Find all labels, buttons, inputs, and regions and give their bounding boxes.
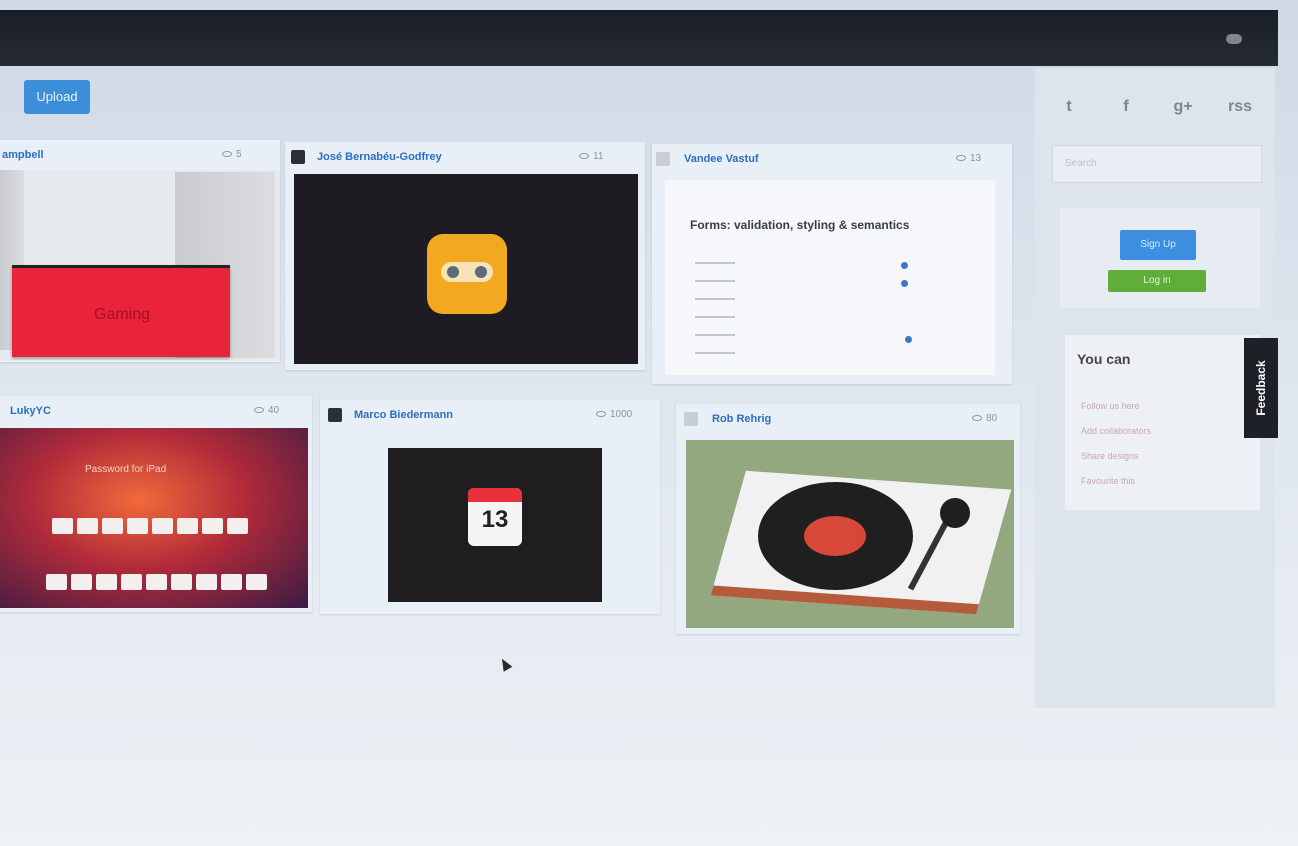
card-header: José Bernabéu-Godfrey 11 — [285, 142, 645, 172]
you-can-panel: You can Follow us here Add collaborators… — [1065, 335, 1260, 510]
card-header: ampbell 5 — [0, 140, 280, 170]
game-controller-icon — [427, 234, 507, 314]
form-row — [695, 280, 735, 282]
feedback-tab[interactable]: Feedback — [1244, 338, 1278, 438]
eye-icon — [579, 153, 589, 160]
eye-icon — [254, 407, 264, 414]
form-dot — [901, 280, 908, 287]
keypad-key — [196, 574, 217, 590]
view-count: 40 — [254, 405, 279, 416]
you-can-link[interactable]: Favourite this — [1081, 476, 1135, 486]
form-row — [695, 262, 735, 264]
eye-icon — [222, 151, 232, 158]
author-name[interactable]: Rob Rehrig — [712, 413, 771, 425]
keypad-key — [52, 518, 73, 534]
keypad-key — [171, 574, 192, 590]
author-name[interactable]: ampbell — [2, 149, 44, 161]
keypad-key — [77, 518, 98, 534]
rss-icon[interactable]: rss — [1225, 92, 1255, 122]
card-header: Marco Biedermann 1000 — [320, 400, 660, 430]
author-name[interactable]: José Bernabéu-Godfrey — [317, 151, 442, 163]
promo-box: Sign Up Log in — [1060, 208, 1260, 308]
form-row — [695, 352, 735, 354]
search-placeholder: Search — [1065, 158, 1097, 169]
shot-card[interactable]: Rob Rehrig 80 — [676, 404, 1020, 634]
avatar[interactable] — [684, 412, 698, 426]
keypad-key — [46, 574, 67, 590]
eye-icon — [956, 155, 966, 162]
form-title: Forms: validation, styling & semantics — [690, 218, 910, 232]
card-header: Vandee Vastuf 13 — [652, 144, 1012, 174]
shot-card[interactable]: José Bernabéu-Godfrey 11 — [285, 142, 645, 370]
keypad-key — [221, 574, 242, 590]
calendar-icon: 13 — [468, 488, 522, 546]
you-can-link[interactable]: Add collaborators — [1081, 426, 1151, 436]
shot-text: Gaming — [94, 306, 151, 323]
keypad-key — [246, 574, 267, 590]
shot-card[interactable]: ampbell 5 Gaming — [0, 140, 280, 362]
keypad-key — [177, 518, 198, 534]
google-plus-icon[interactable]: g+ — [1168, 92, 1198, 122]
shot-thumbnail[interactable] — [686, 440, 1014, 628]
keypad-key — [121, 574, 142, 590]
author-name[interactable]: LukyYC — [10, 405, 51, 417]
keypad-key — [202, 518, 223, 534]
search-input[interactable]: Search — [1052, 145, 1262, 183]
shot-thumbnail[interactable] — [294, 174, 638, 364]
keypad-key — [146, 574, 167, 590]
view-count: 80 — [972, 413, 997, 424]
view-count: 13 — [956, 153, 981, 164]
keypad-key — [127, 518, 148, 534]
record-label — [804, 516, 866, 556]
keypad-key — [71, 574, 92, 590]
you-can-link[interactable]: Follow us here — [1081, 401, 1140, 411]
eye-icon — [972, 415, 982, 422]
shot-thumbnail[interactable]: Forms: validation, styling & semantics — [665, 180, 995, 375]
form-row — [695, 298, 735, 300]
view-count: 1000 — [596, 409, 632, 420]
form-row — [695, 316, 735, 318]
keypad-key — [227, 518, 248, 534]
panel-heading: You can — [1077, 351, 1131, 367]
mouse-cursor-icon — [497, 656, 513, 672]
shot-text: Password for iPad — [85, 464, 167, 475]
avatar[interactable] — [328, 408, 342, 422]
user-menu-icon[interactable] — [1226, 34, 1242, 44]
shot-thumbnail[interactable]: 13 — [388, 448, 602, 602]
eye-icon — [596, 411, 606, 418]
author-name[interactable]: Vandee Vastuf — [684, 153, 759, 165]
red-shot-graphic: Gaming — [12, 265, 230, 357]
turntable-knob — [940, 498, 970, 528]
facebook-icon[interactable]: f — [1111, 92, 1141, 122]
record-graphic — [758, 482, 913, 590]
card-header: Rob Rehrig 80 — [676, 404, 1020, 434]
author-name[interactable]: Marco Biedermann — [354, 409, 453, 421]
shot-thumbnail[interactable]: Gaming — [0, 170, 280, 360]
form-row — [695, 334, 735, 336]
keypad-key — [96, 574, 117, 590]
view-count: 11 — [579, 151, 603, 162]
top-navigation-bar — [0, 10, 1278, 66]
keypad-key — [152, 518, 173, 534]
upload-button[interactable]: Upload — [24, 80, 90, 114]
log-in-button[interactable]: Log in — [1108, 270, 1206, 292]
feedback-label: Feedback — [1254, 360, 1268, 416]
shot-thumbnail[interactable]: Password for iPad — [0, 428, 308, 608]
form-dot — [905, 336, 912, 343]
sign-up-button[interactable]: Sign Up — [1120, 230, 1196, 260]
avatar[interactable] — [291, 150, 305, 164]
shot-card[interactable]: LukyYC 40 Password for iPad — [0, 396, 312, 612]
twitter-icon[interactable]: t — [1054, 92, 1084, 122]
keypad-key — [102, 518, 123, 534]
view-count: 5 — [222, 149, 242, 160]
avatar[interactable] — [656, 152, 670, 166]
form-dot — [901, 262, 908, 269]
you-can-link[interactable]: Share designs — [1081, 451, 1139, 461]
card-header: LukyYC 40 — [0, 396, 312, 426]
shot-card[interactable]: Marco Biedermann 1000 13 — [320, 400, 660, 614]
